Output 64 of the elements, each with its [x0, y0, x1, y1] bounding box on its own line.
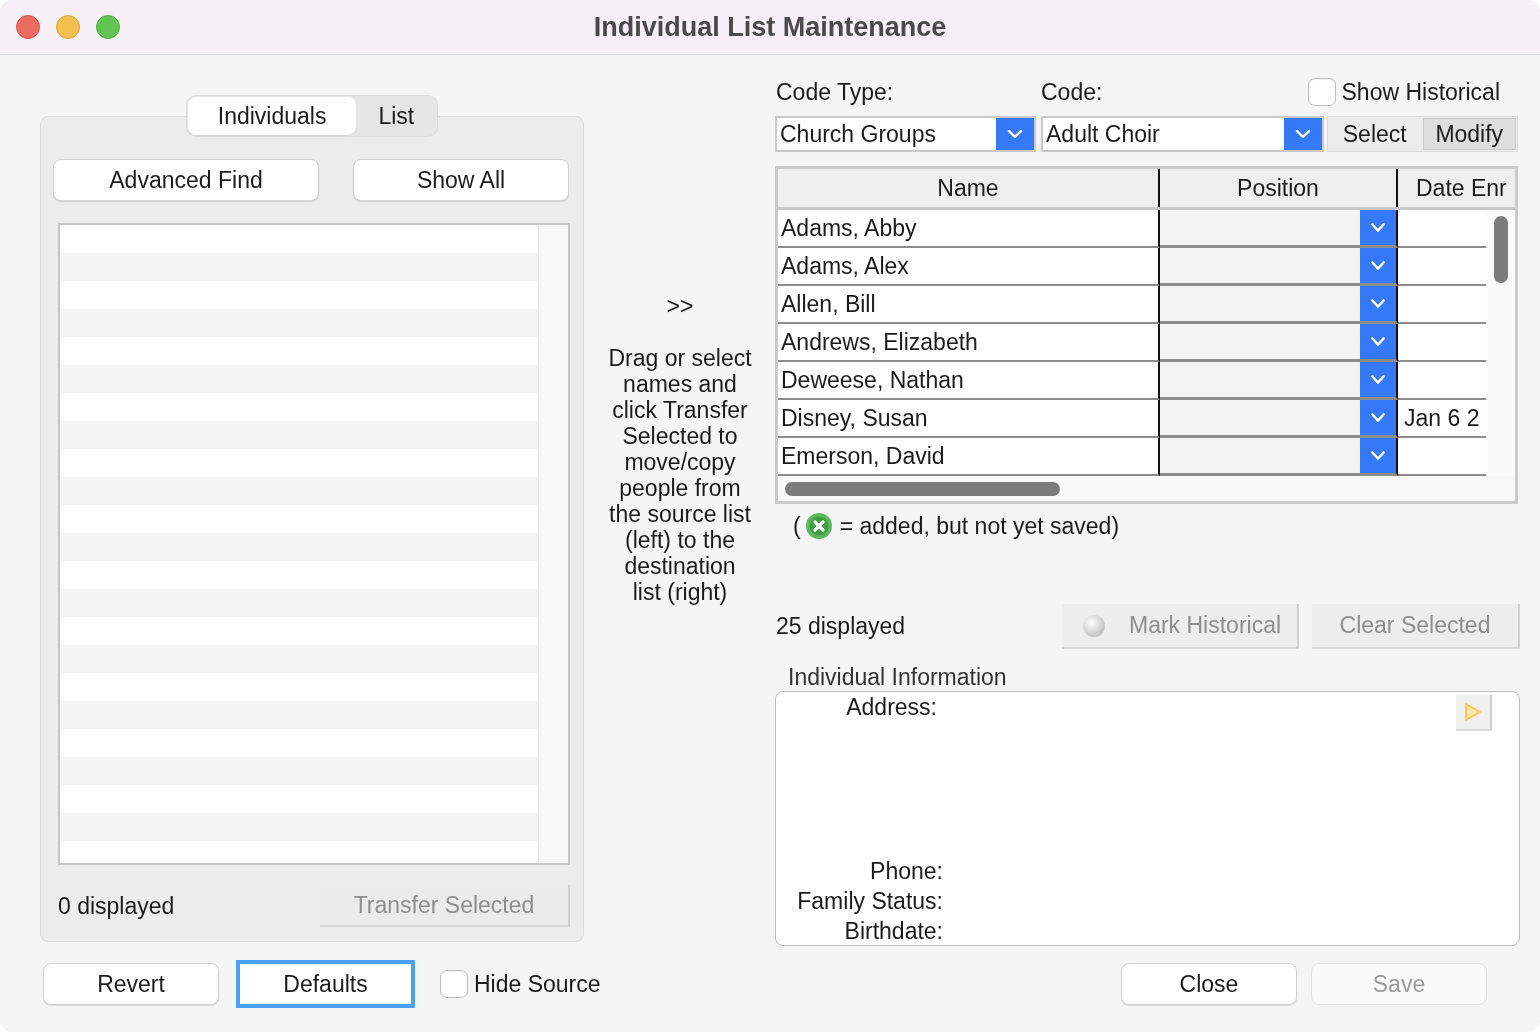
- position-dropdown[interactable]: [1160, 210, 1398, 248]
- column-header[interactable]: Date Enr: [1398, 169, 1515, 207]
- status-text: 0 displayed: [58, 891, 175, 921]
- field-label: Code Type:: [775, 77, 895, 107]
- button[interactable]: Defaults: [236, 960, 415, 1008]
- code-type-dropdown[interactable]: Church Groups: [775, 116, 1036, 152]
- chevron-down-icon: [1360, 210, 1396, 245]
- play-icon: [1464, 702, 1482, 722]
- table-cell: Emerson, David: [778, 438, 1160, 476]
- circle-x-icon: [805, 513, 832, 539]
- column-header[interactable]: Name: [778, 169, 1160, 207]
- help-text: Drag or select names and click Transfer Selected to move/copy people from the source list (left) to the destination list (right): [607, 345, 753, 605]
- scrollbar-thumb[interactable]: [1493, 216, 1508, 283]
- scrollbar-track[interactable]: [538, 225, 568, 863]
- chevron-down-icon: [1360, 438, 1396, 473]
- table-cell: Deweese, Nathan: [778, 362, 1160, 400]
- button[interactable]: Revert: [43, 963, 219, 1005]
- close-button[interactable]: [16, 15, 40, 39]
- scrollbar-thumb[interactable]: [785, 481, 1060, 496]
- legend-text: = added, but not yet saved): [839, 511, 1120, 541]
- window-title: Individual List Maintenance: [593, 10, 947, 44]
- position-dropdown[interactable]: [1160, 248, 1398, 286]
- chevron-down-icon: [1360, 362, 1396, 397]
- mode-button[interactable]: Modify: [1422, 118, 1516, 150]
- checkbox-label: Show Historical: [1341, 77, 1500, 107]
- transfer-arrow: >>: [666, 293, 694, 319]
- field-label: Phone:: [870, 858, 943, 884]
- column-header[interactable]: Position: [1160, 169, 1398, 207]
- checkbox[interactable]: [440, 970, 468, 998]
- chevron-down-icon: [996, 118, 1034, 150]
- chevron-down-icon: [1360, 324, 1396, 359]
- tab[interactable]: Individuals: [187, 97, 357, 135]
- position-dropdown[interactable]: [1160, 400, 1398, 438]
- table-cell: Andrews, Elizabeth: [778, 324, 1160, 362]
- code-dropdown[interactable]: Adult Choir: [1041, 116, 1324, 152]
- table-cell: Disney, Susan: [778, 400, 1160, 438]
- field-label: Address:: [846, 694, 938, 720]
- table-cell: Jan 6 2: [1398, 400, 1486, 438]
- table-cell: Adams, Alex: [778, 248, 1160, 286]
- checkbox[interactable]: [1307, 78, 1336, 106]
- button[interactable]: Advanced Find: [53, 159, 319, 201]
- position-dropdown[interactable]: [1160, 286, 1398, 324]
- position-dropdown[interactable]: [1160, 438, 1398, 476]
- chevron-down-icon: [1360, 248, 1396, 283]
- zoom-button[interactable]: [96, 15, 120, 39]
- chevron-down-icon: [1284, 118, 1322, 150]
- field-label: Family Status:: [797, 888, 943, 914]
- field-label: Birthdate:: [844, 918, 943, 944]
- status-text: 25 displayed: [775, 612, 906, 642]
- table-cell: Allen, Bill: [778, 286, 1160, 324]
- button[interactable]: Show All: [353, 159, 569, 201]
- position-dropdown[interactable]: [1160, 324, 1398, 362]
- table-cell: Adams, Abby: [778, 210, 1160, 248]
- field-label: Code:: [1041, 77, 1103, 107]
- chevron-down-icon: [1360, 286, 1396, 321]
- tab[interactable]: List: [356, 97, 437, 135]
- checkbox-label: Hide Source: [474, 969, 601, 999]
- position-dropdown[interactable]: [1160, 362, 1398, 400]
- minimize-button[interactable]: [56, 15, 80, 39]
- disc-icon: [1083, 614, 1105, 637]
- button[interactable]: Close: [1121, 963, 1297, 1005]
- chevron-down-icon: [1360, 400, 1396, 435]
- section-title: Individual Information: [787, 665, 1008, 689]
- legend-text: (: [793, 511, 801, 541]
